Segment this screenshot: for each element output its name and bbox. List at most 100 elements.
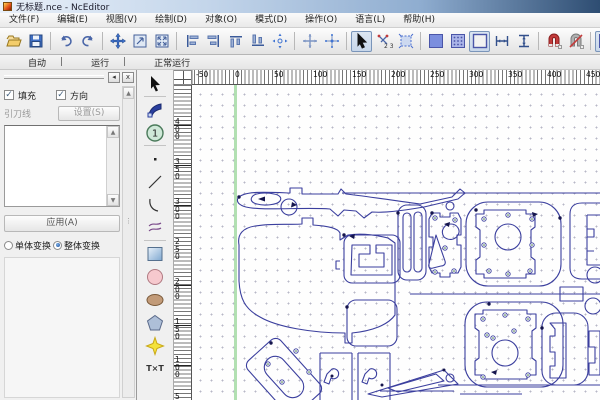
tool-ellipse[interactable] bbox=[142, 288, 168, 311]
menu-item-draw[interactable]: 绘制(D) bbox=[146, 13, 196, 28]
menu-item-view[interactable]: 视图(V) bbox=[97, 13, 146, 28]
menu-item-mode[interactable]: 模式(D) bbox=[246, 13, 296, 28]
scroll-down-icon[interactable]: ▼ bbox=[107, 194, 119, 206]
palette-separator bbox=[144, 240, 166, 241]
zoom-extents-button[interactable] bbox=[151, 31, 172, 52]
align-left-icon bbox=[183, 32, 201, 50]
horizontal-ruler: -50 0 50 100 150 200 250 300 350 400 450 bbox=[192, 70, 600, 85]
h-ruler-tick: -50 bbox=[196, 70, 208, 79]
fill-hatched-button[interactable] bbox=[447, 31, 468, 52]
toolbar-separator bbox=[590, 32, 591, 50]
transform-box-button[interactable] bbox=[395, 31, 416, 52]
mode-auto[interactable]: 自动 bbox=[0, 56, 60, 69]
panel-scrollbar[interactable]: ▲ ⋮ bbox=[122, 86, 135, 398]
tool-select[interactable] bbox=[142, 72, 168, 95]
node-edit-button[interactable]: 2 3 bbox=[373, 31, 394, 52]
fill-checkbox-label: 填充 bbox=[18, 89, 36, 102]
align-top-button[interactable] bbox=[225, 31, 246, 52]
v-ruler-tick: 250 bbox=[175, 238, 183, 261]
move-cross-icon bbox=[301, 32, 319, 50]
panel-pin-button[interactable]: ◂ bbox=[108, 72, 120, 83]
toolbar-separator bbox=[50, 32, 51, 50]
hole-markers bbox=[266, 213, 534, 384]
fill-solid-button[interactable] bbox=[425, 31, 446, 52]
tool-text[interactable]: T×T bbox=[142, 357, 168, 380]
tool-circle[interactable] bbox=[142, 265, 168, 288]
zoom-window-icon bbox=[131, 32, 149, 50]
move-cross-button[interactable] bbox=[299, 31, 320, 52]
v-ruler-tick: 100 bbox=[175, 356, 183, 379]
move-cross-small-button[interactable] bbox=[321, 31, 342, 52]
splitter-handle[interactable]: ⋮ bbox=[123, 219, 134, 223]
vertical-ruler: 400 350 300 250 200 150 100 50 bbox=[174, 85, 192, 400]
tool-polygon[interactable] bbox=[142, 311, 168, 334]
save-button[interactable] bbox=[25, 31, 46, 52]
fit-horizontal-button[interactable] bbox=[491, 31, 512, 52]
h-ruler-tick: 300 bbox=[469, 70, 483, 79]
node-edit-tool-icon bbox=[145, 100, 165, 120]
align-right-button[interactable] bbox=[203, 31, 224, 52]
pan-view-button[interactable] bbox=[107, 31, 128, 52]
toolbar-separator bbox=[346, 32, 347, 50]
mode-run[interactable]: 运行 bbox=[63, 56, 123, 69]
menu-item-operation[interactable]: 操作(O) bbox=[296, 13, 346, 28]
parameter-listbox[interactable]: ▲ ▼ bbox=[4, 125, 120, 207]
drawing-canvas[interactable] bbox=[192, 85, 600, 400]
h-ruler-tick: 100 bbox=[313, 70, 327, 79]
menu-item-edit[interactable]: 编辑(E) bbox=[48, 13, 97, 28]
fill-checkbox[interactable]: ✓ bbox=[4, 90, 14, 100]
fit-horizontal-icon bbox=[493, 32, 511, 50]
whole-transform-radio[interactable] bbox=[53, 241, 62, 250]
fill-hatched-icon bbox=[449, 32, 467, 50]
tool-node-edit[interactable] bbox=[142, 98, 168, 121]
mode-normal-run[interactable]: 正常运行 bbox=[126, 56, 204, 69]
undo-button[interactable] bbox=[55, 31, 76, 52]
lead-line-settings-button[interactable]: 设置(S) bbox=[58, 106, 120, 121]
menu-item-object[interactable]: 对象(O) bbox=[196, 13, 246, 28]
v-ruler-tick: 300 bbox=[175, 198, 183, 221]
zoom-window-button[interactable] bbox=[129, 31, 150, 52]
fit-vertical-button[interactable] bbox=[513, 31, 534, 52]
menu-item-help[interactable]: 帮助(H) bbox=[394, 13, 444, 28]
align-left-button[interactable] bbox=[181, 31, 202, 52]
toolbar-separator bbox=[420, 32, 421, 50]
v-ruler-tick: 200 bbox=[175, 278, 183, 301]
redo-button[interactable] bbox=[77, 31, 98, 52]
cad-drawing bbox=[192, 85, 600, 400]
align-bottom-button[interactable] bbox=[247, 31, 268, 52]
tool-star[interactable] bbox=[142, 334, 168, 357]
work-area: -50 0 50 100 150 200 250 300 350 400 450… bbox=[174, 70, 600, 400]
listbox-scrollbar[interactable]: ▲ ▼ bbox=[106, 126, 119, 206]
window-title: 无标题.nce - NcEditor bbox=[16, 0, 109, 13]
center-origin-button[interactable] bbox=[269, 31, 290, 52]
center-origin-icon bbox=[271, 32, 289, 50]
tool-spline[interactable] bbox=[142, 216, 168, 239]
scroll-up-icon[interactable]: ▲ bbox=[107, 126, 119, 138]
fill-outline-button[interactable] bbox=[469, 31, 490, 52]
lead-line-label: 引刀线 bbox=[4, 107, 31, 120]
tool-point[interactable] bbox=[142, 147, 168, 170]
direction-checkbox[interactable]: ✓ bbox=[56, 90, 66, 100]
menu-item-language[interactable]: 语言(L) bbox=[346, 13, 394, 28]
toolbar-separator bbox=[294, 32, 295, 50]
neditor-window: 无标题.nce - NcEditor 文件(F) 编辑(E) 视图(V) 绘制(… bbox=[0, 0, 600, 400]
panel-titlebar[interactable]: ◂ x bbox=[0, 70, 136, 84]
select-cursor-icon bbox=[353, 32, 371, 50]
tool-arc[interactable] bbox=[142, 193, 168, 216]
snap-off-button[interactable] bbox=[565, 31, 586, 52]
open-button[interactable] bbox=[3, 31, 24, 52]
tool-rectangle[interactable] bbox=[142, 242, 168, 265]
app-icon bbox=[3, 2, 12, 11]
redo-icon bbox=[79, 32, 97, 50]
snap-on-button[interactable] bbox=[543, 31, 564, 52]
menu-item-file[interactable]: 文件(F) bbox=[0, 13, 48, 28]
select-cursor-button[interactable] bbox=[351, 31, 372, 52]
tool-line[interactable] bbox=[142, 170, 168, 193]
clipped-edge-button[interactable] bbox=[595, 31, 600, 52]
apply-button[interactable]: 应用(A) bbox=[4, 215, 120, 232]
panel-close-button[interactable]: x bbox=[122, 72, 134, 83]
h-ruler-tick: 350 bbox=[508, 70, 522, 79]
tool-circled-1[interactable]: 1 bbox=[142, 121, 168, 144]
scroll-up-icon[interactable]: ▲ bbox=[123, 87, 134, 99]
single-transform-radio[interactable] bbox=[4, 241, 13, 250]
